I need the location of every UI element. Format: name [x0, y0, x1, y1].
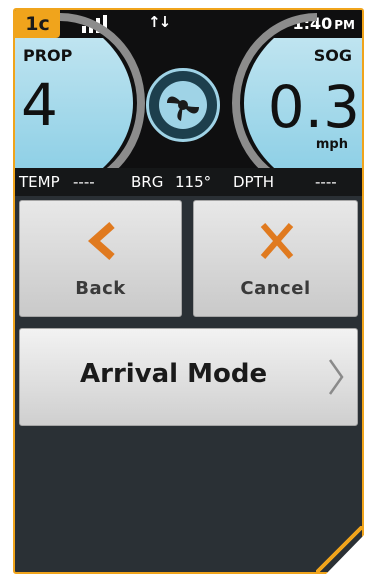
- sog-value: 0.3: [267, 73, 360, 141]
- cancel-button[interactable]: Cancel: [193, 200, 358, 317]
- clock-ampm: PM: [334, 18, 355, 32]
- close-icon: [260, 223, 294, 259]
- arrival-mode-label: Arrival Mode: [80, 359, 268, 389]
- device-screen: 1c ↑↓ 1:40 PM PROP 4 SOG 0.3 mph TEMP --…: [13, 8, 364, 574]
- temp-value: ----: [73, 173, 95, 191]
- prop-value: 4: [21, 71, 58, 139]
- sog-label: SOG: [313, 46, 352, 65]
- prop-label: PROP: [23, 46, 73, 65]
- data-transfer-icon: ↑↓: [148, 13, 171, 31]
- back-button-label: Back: [75, 278, 126, 299]
- back-button[interactable]: Back: [19, 200, 182, 317]
- cancel-button-label: Cancel: [240, 278, 311, 299]
- chevron-left-icon: [87, 222, 115, 260]
- propeller-icon: [159, 81, 207, 129]
- propeller-mode-icon[interactable]: [146, 68, 220, 142]
- depth-value: ----: [315, 173, 337, 191]
- sog-unit: mph: [315, 137, 348, 152]
- info-bar: TEMP ---- BRG 115° DPTH ----: [15, 168, 362, 196]
- bearing-label: BRG: [131, 173, 164, 191]
- corner-accent: [316, 526, 362, 572]
- arrival-mode-button[interactable]: Arrival Mode: [19, 328, 358, 426]
- gauge-panel: PROP 4 SOG 0.3 mph: [15, 13, 362, 193]
- step-tag: 1c: [15, 10, 60, 38]
- bearing-value: 115°: [175, 173, 212, 191]
- chevron-right-icon: [328, 359, 344, 395]
- temp-label: TEMP: [19, 173, 60, 191]
- depth-label: DPTH: [233, 173, 275, 191]
